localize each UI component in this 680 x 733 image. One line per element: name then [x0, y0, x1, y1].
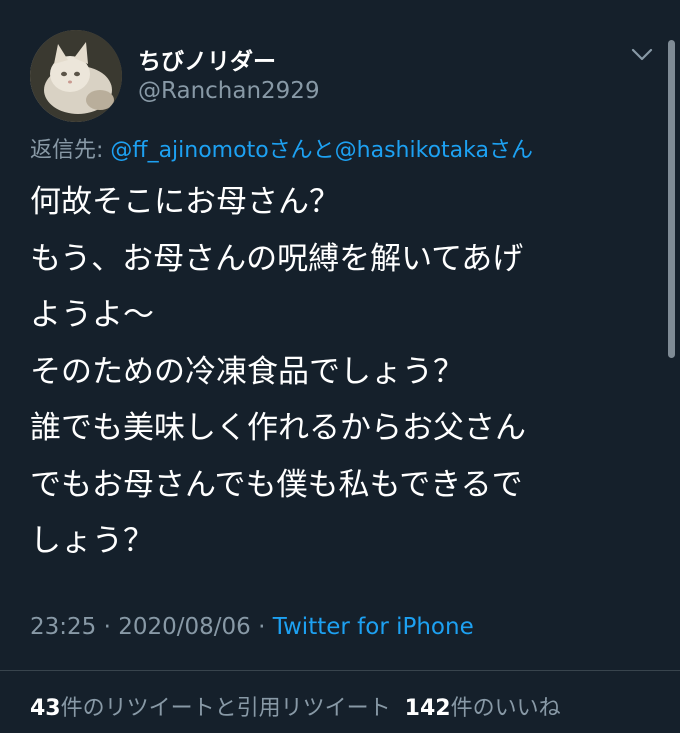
tweet-line: 何故そこにお母さん？ [30, 184, 340, 220]
reply-context: 返信先: @ff_ajinomotoさんと@hashikotakaさん [30, 132, 533, 164]
retweets-label: 件のリツイートと引用リツイート [60, 696, 391, 721]
meta-separator: · [250, 614, 273, 640]
tweet-line: 誰でも美味しく作れるからお父さん [30, 410, 526, 446]
tweet-body: 何故そこにお母さん？ もう、お母さんの呪縛を解いてあげ ようよ〜 そのための冷凍… [30, 174, 650, 570]
tweet-line: そのための冷凍食品でしょう？ [30, 353, 464, 390]
tweet-line: もう、お母さんの呪縛を解いてあげ [30, 240, 524, 277]
cat-photo [30, 30, 122, 122]
tweet-detail: ちびノリダー @Ranchan2929 返信先: @ff_ajinomotoさん… [0, 0, 680, 733]
scrollbar[interactable] [668, 40, 675, 358]
likes-count: 142 [404, 696, 451, 721]
chevron-down-icon[interactable] [628, 40, 656, 68]
divider [0, 670, 680, 671]
mention-link-ajinomoto[interactable]: @ff_ajinomoto [110, 138, 268, 163]
likes-stat[interactable]: 142件のいいね [405, 696, 561, 721]
meta-separator: · [96, 614, 119, 640]
likes-label: 件のいいね [450, 696, 561, 721]
tweet-line: でもお母さんでも僕も私もできるで [30, 466, 523, 503]
tweet-line: ようよ〜 [30, 297, 154, 333]
mention-suffix-2: さん [488, 138, 533, 163]
tweet-source-link[interactable]: Twitter for iPhone [273, 614, 474, 640]
display-name[interactable]: ちびノリダー [138, 42, 276, 76]
tweet-meta: 23:25 · 2020/08/06 · Twitter for iPhone [30, 614, 474, 640]
mention-suffix-1: さんと [268, 138, 335, 163]
retweets-count: 43 [30, 696, 61, 721]
tweet-date[interactable]: 2020/08/06 [118, 614, 251, 640]
user-handle[interactable]: @Ranchan2929 [138, 78, 320, 104]
tweet-stats: 43件のリツイートと引用リツイート 142件のいいね [30, 690, 561, 722]
reply-prefix: 返信先: [30, 138, 111, 163]
tweet-time[interactable]: 23:25 [30, 614, 96, 640]
retweets-stat[interactable]: 43件のリツイートと引用リツイート [30, 696, 391, 721]
mention-link-hashikotaka[interactable]: @hashikotaka [335, 138, 489, 163]
tweet-line: しょう？ [30, 523, 154, 559]
avatar[interactable] [30, 30, 122, 122]
